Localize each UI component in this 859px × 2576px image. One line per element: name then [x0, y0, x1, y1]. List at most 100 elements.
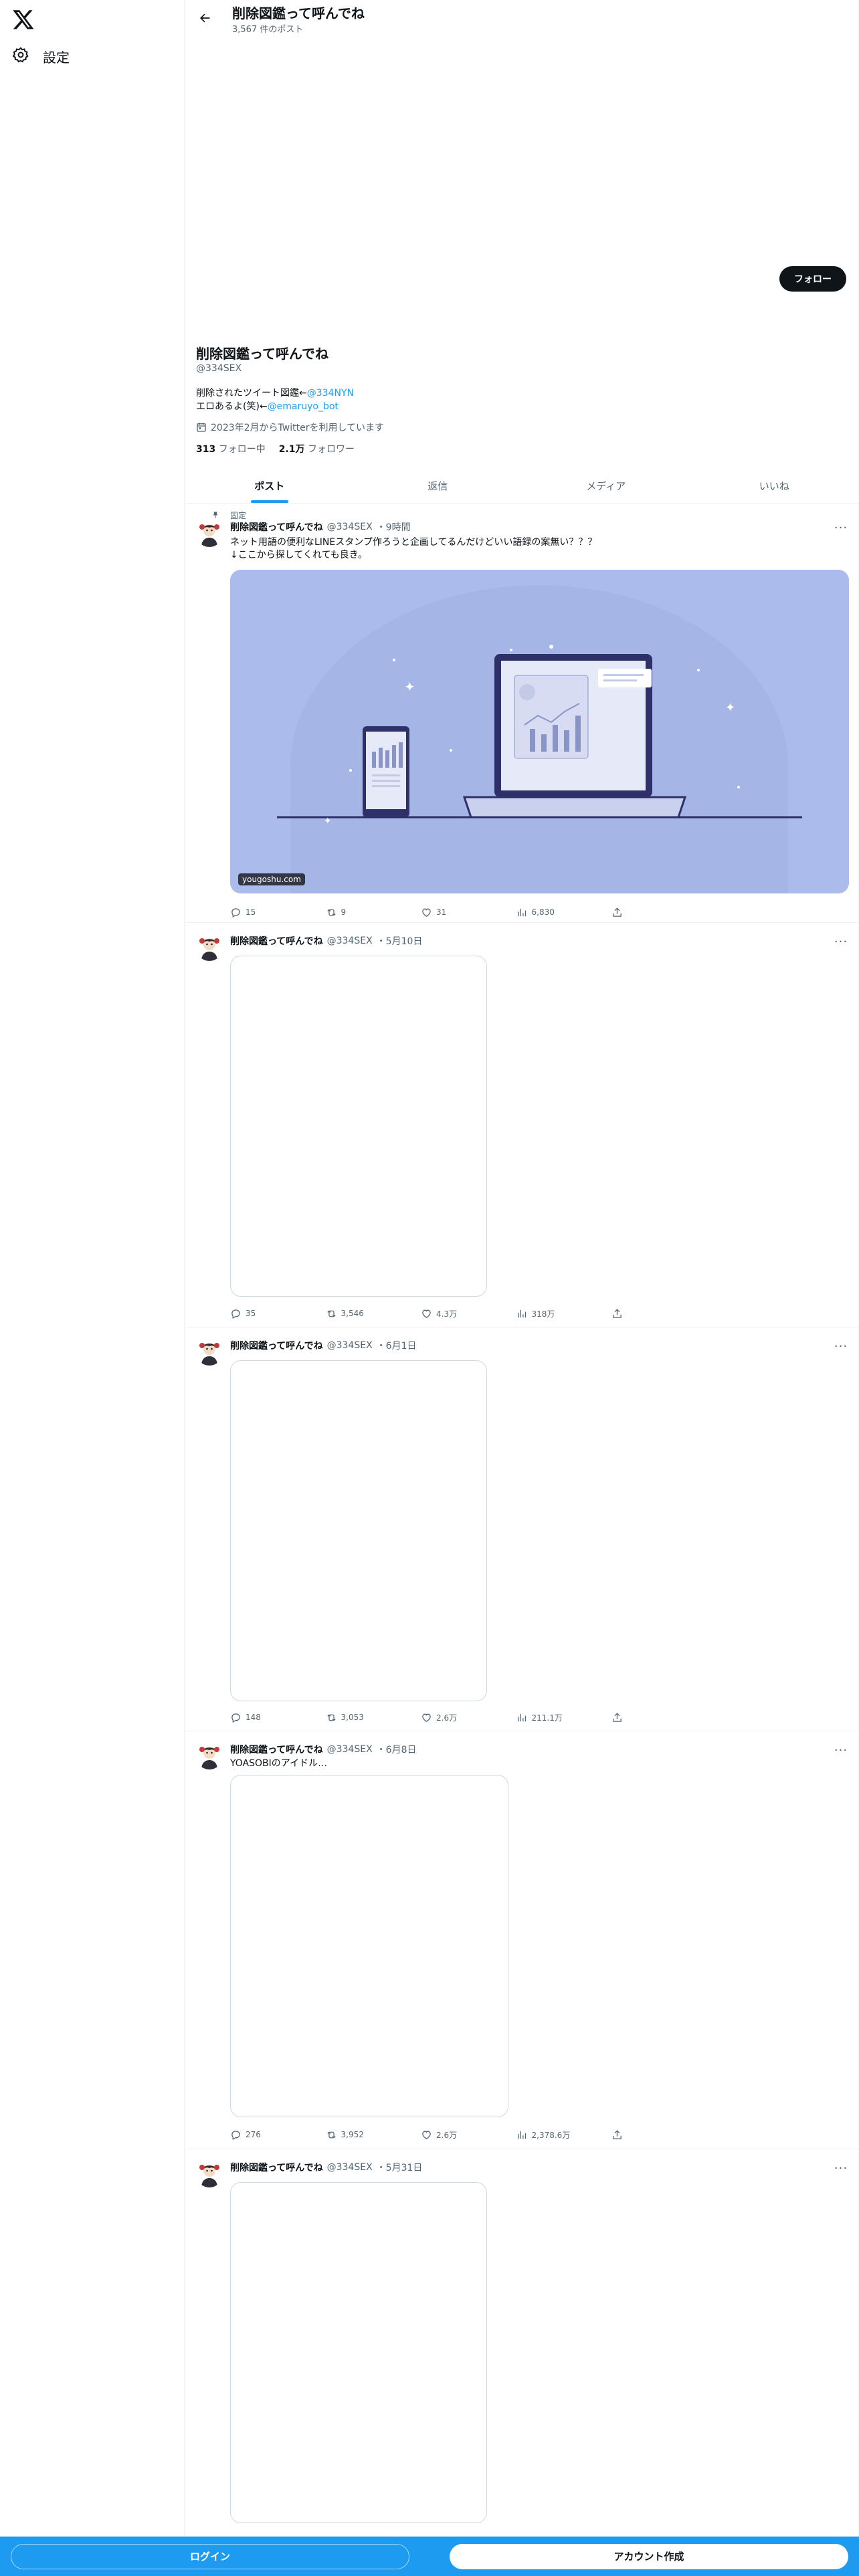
post-media[interactable] [230, 1360, 487, 1701]
reply-button[interactable]: 15 [230, 905, 324, 919]
heart-icon [422, 908, 431, 917]
profile-tabs: ポスト 返信 メディア いいね [185, 468, 858, 504]
x-logo-icon[interactable] [12, 8, 35, 31]
post-author-name[interactable]: 削除図鑑って呼んでね [230, 934, 323, 948]
share-button[interactable] [611, 1307, 625, 1320]
views-button[interactable]: 318万 [516, 1307, 610, 1320]
avatar[interactable] [196, 2161, 223, 2187]
pinned-label: 固定 [230, 511, 247, 520]
more-icon[interactable]: ··· [833, 936, 849, 952]
tab-posts[interactable]: ポスト [185, 468, 354, 503]
share-button[interactable] [611, 1711, 625, 1724]
repost-icon [326, 908, 336, 916]
back-button[interactable] [195, 8, 215, 28]
following-link[interactable]: 313 フォロー中 [196, 442, 266, 455]
post-item[interactable]: 削除図鑑って呼んでね @334SEX ・5月31日 ··· [185, 2150, 858, 2576]
post-author-name[interactable]: 削除図鑑って呼んでね [230, 1339, 323, 1352]
post-actions: 15 9 31 6,830 [230, 905, 625, 919]
post-media[interactable] [230, 1775, 508, 2117]
svg-text:✦: ✦ [725, 701, 735, 715]
heart-icon [422, 1713, 431, 1722]
views-button[interactable]: 2,378.6万 [516, 2128, 610, 2141]
post-text: ネット用語の便利なLINEスタンプ作ろうと企画してるんだけどいい語録の案無い？？… [230, 537, 597, 560]
like-button[interactable]: 4.3万 [421, 1307, 514, 1320]
post-header: 削除図鑑って呼んでね @334SEX ・5月10日 [230, 934, 422, 948]
views-button[interactable]: 211.1万 [516, 1711, 610, 1724]
profile-stats: 313 フォロー中 2.1万 フォロワー [196, 442, 355, 455]
post-media[interactable] [230, 2182, 487, 2523]
share-button[interactable] [611, 905, 625, 919]
post-text: YOASOBIのアイドル… [230, 1758, 328, 1769]
reply-button[interactable]: 35 [230, 1307, 324, 1320]
reply-icon [231, 1309, 240, 1319]
post-media[interactable] [230, 956, 487, 1297]
views-icon [517, 2131, 526, 2139]
repost-button[interactable]: 3,546 [326, 1307, 419, 1320]
repost-button[interactable]: 3,053 [326, 1711, 419, 1724]
more-icon[interactable]: ··· [833, 2163, 849, 2178]
sidebar-item-settings[interactable]: 設定 [12, 43, 70, 70]
post-author-handle[interactable]: @334SEX [327, 2162, 373, 2173]
reply-icon [231, 2130, 240, 2140]
bio-text: エロあるよ(笑)← [196, 401, 268, 412]
post-actions: 148 3,053 2.6万 211.1万 [230, 1711, 625, 1724]
share-icon [613, 907, 622, 917]
bio-link[interactable]: @334NYN [307, 388, 354, 399]
bio-link[interactable]: @emaruyo_bot [268, 401, 339, 412]
reply-button[interactable]: 148 [230, 1711, 324, 1724]
post-author-handle[interactable]: @334SEX [327, 1340, 373, 1351]
heart-icon [422, 2131, 431, 2139]
more-icon[interactable]: ··· [833, 522, 849, 538]
gear-icon [12, 46, 29, 67]
post-author-handle[interactable]: @334SEX [327, 936, 373, 946]
followers-link[interactable]: 2.1万 フォロワー [279, 442, 355, 455]
post-author-handle[interactable]: @334SEX [327, 1744, 373, 1755]
like-button[interactable]: 2.6万 [421, 1711, 514, 1724]
signup-button[interactable]: アカウント作成 [450, 2543, 848, 2569]
post-time[interactable]: ・5月10日 [377, 934, 423, 948]
post-author-handle[interactable]: @334SEX [327, 522, 373, 532]
post-time[interactable]: ・6月8日 [377, 1743, 417, 1756]
heart-icon [422, 1309, 431, 1318]
tab-likes[interactable]: いいね [690, 468, 859, 503]
more-icon[interactable]: ··· [833, 1341, 849, 1356]
share-button[interactable] [611, 2128, 625, 2141]
more-icon[interactable]: ··· [833, 1745, 849, 1760]
post-item[interactable]: 削除図鑑って呼んでね @334SEX ・5月10日 ··· 35 3,546 4… [185, 924, 858, 1327]
avatar[interactable] [196, 934, 223, 961]
repost-button[interactable]: 3,952 [326, 2128, 419, 2141]
like-button[interactable]: 2.6万 [421, 2128, 514, 2141]
arrow-left-icon [200, 13, 210, 23]
tab-media[interactable]: メディア [522, 468, 690, 503]
login-button[interactable]: ログイン [11, 2543, 409, 2569]
avatar[interactable] [196, 1339, 223, 1366]
post-time[interactable]: ・6月1日 [377, 1339, 417, 1352]
tab-replies[interactable]: 返信 [354, 468, 522, 503]
post-item[interactable]: 削除図鑑って呼んでね @334SEX ・6月1日 ··· 148 3,053 2… [185, 1328, 858, 1731]
avatar[interactable] [196, 520, 223, 547]
views-button[interactable]: 6,830 [516, 905, 610, 919]
repost-button[interactable]: 9 [326, 905, 419, 919]
like-button[interactable]: 31 [421, 905, 514, 919]
post-time[interactable]: ・5月31日 [377, 2161, 423, 2174]
repost-icon [326, 1713, 336, 1721]
link-card-domain: yougoshu.com [238, 873, 305, 885]
link-card-image[interactable]: ✦ ✦ ✦ yougoshu.com [230, 570, 849, 893]
profile-banner [185, 37, 858, 262]
post-item[interactable]: 削除図鑑って呼んでね @334SEX ・6月8日 ··· YOASOBIのアイド… [185, 1732, 858, 2149]
profile-bio: 削除されたツイート図鑑←@334NYN エロあるよ(笑)←@emaruyo_bo… [196, 387, 354, 413]
joined-text: 2023年2月からTwitterを利用しています [211, 423, 385, 433]
post-author-name[interactable]: 削除図鑑って呼んでね [230, 520, 323, 534]
views-icon [517, 1309, 526, 1317]
post-time[interactable]: ・9時間 [377, 520, 411, 534]
follow-button[interactable]: フォロー [779, 266, 846, 292]
post-header: 削除図鑑って呼んでね @334SEX ・6月1日 [230, 1339, 416, 1352]
post-author-name[interactable]: 削除図鑑って呼んでね [230, 2161, 323, 2174]
post-item[interactable]: 固定 削除図鑑って呼んでね @334SEX ・9時間 ··· ネット用語の便利な… [185, 504, 858, 923]
avatar[interactable] [196, 1743, 223, 1769]
reply-icon [231, 907, 240, 918]
reply-button[interactable]: 276 [230, 2128, 324, 2141]
post-count: 3,567 件のポスト [232, 25, 304, 35]
post-header: 削除図鑑って呼んでね @334SEX ・5月31日 [230, 2161, 422, 2174]
post-author-name[interactable]: 削除図鑑って呼んでね [230, 1743, 323, 1756]
